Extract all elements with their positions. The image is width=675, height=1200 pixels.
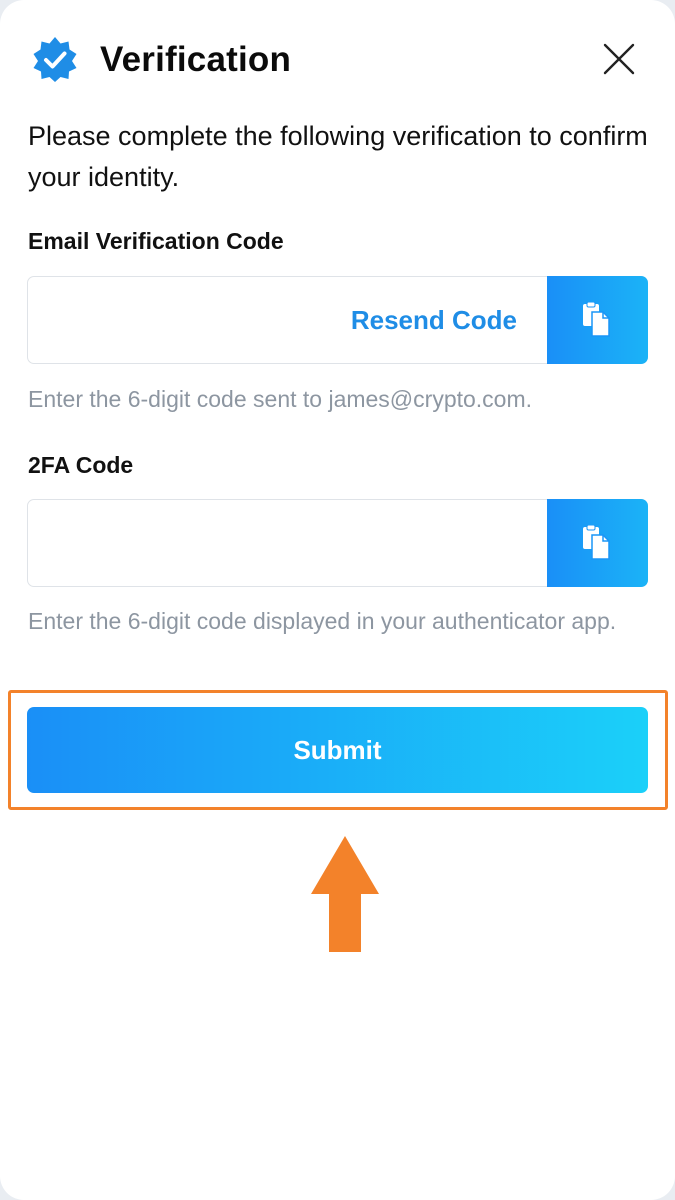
email-code-input[interactable] — [28, 277, 348, 365]
twofa-paste-button[interactable] — [547, 499, 648, 587]
twofa-code-hint: Enter the 6-digit code displayed in your… — [28, 608, 617, 634]
email-code-hint: Enter the 6-digit code sent to james@cry… — [28, 386, 533, 412]
header: Verification — [28, 34, 648, 84]
resend-code-link[interactable]: Resend Code — [351, 305, 517, 336]
email-code-label: Email Verification Code — [28, 228, 284, 254]
intro-text: Please complete the following verificati… — [28, 121, 648, 192]
twofa-code-field — [27, 499, 648, 588]
submit-button[interactable]: Submit — [27, 707, 648, 793]
paste-icon — [583, 525, 610, 560]
verified-badge-icon — [33, 37, 77, 82]
twofa-code-input[interactable] — [28, 500, 348, 588]
up-arrow-icon — [311, 836, 379, 952]
page-title: Verification — [100, 40, 292, 79]
email-code-field: Resend Code — [27, 276, 648, 365]
verification-sheet: Verification Please complete the followi… — [0, 0, 675, 1200]
twofa-code-label: 2FA Code — [28, 452, 134, 478]
close-icon[interactable] — [602, 42, 636, 76]
email-paste-button[interactable] — [547, 276, 648, 364]
paste-icon — [583, 302, 610, 337]
